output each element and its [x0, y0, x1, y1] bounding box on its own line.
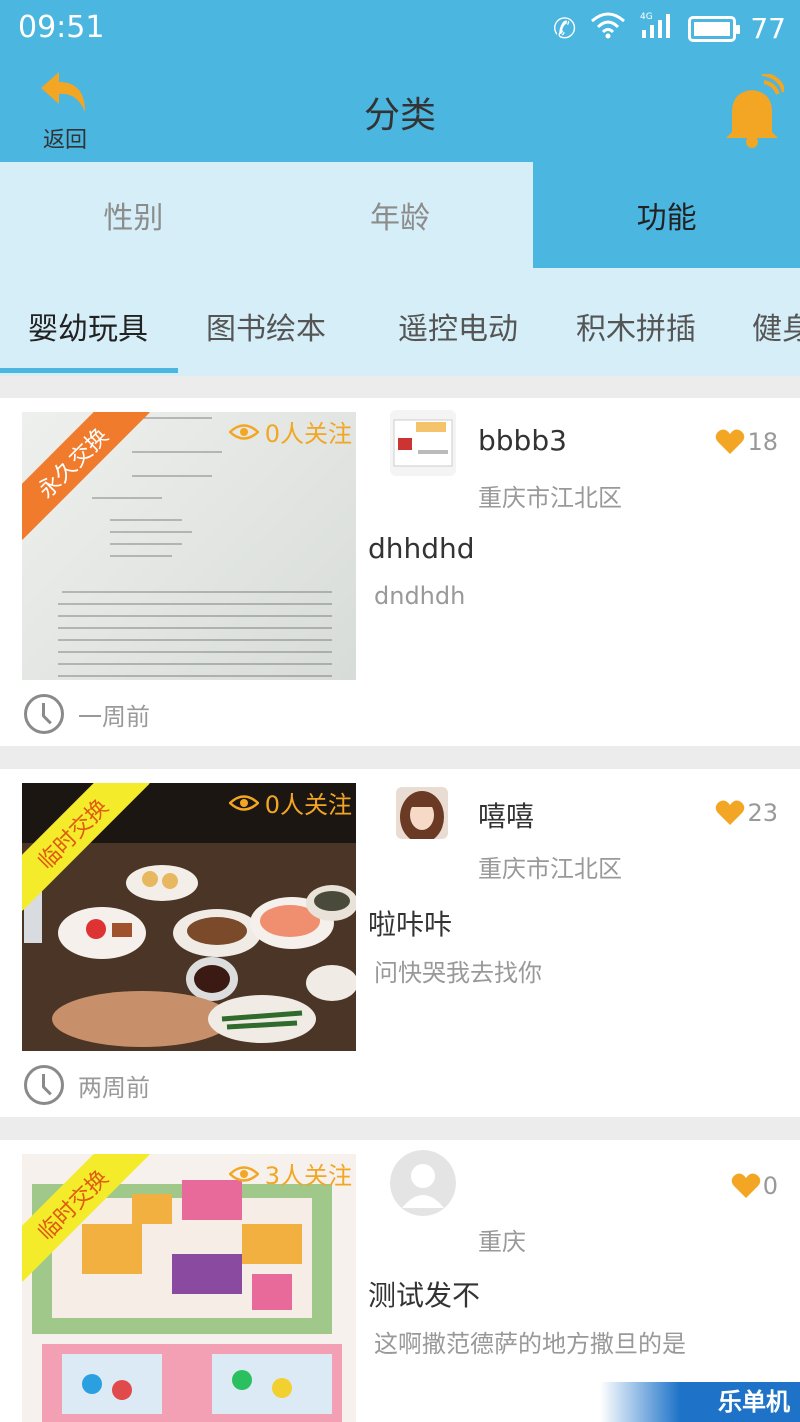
tab-gender[interactable]: 性别 — [0, 162, 267, 268]
item-thumbnail[interactable]: 临时交换 3人关注 — [22, 1154, 356, 1422]
notification-bell-icon[interactable] — [720, 72, 786, 150]
category-building-blocks[interactable]: 积木拼插 — [576, 304, 696, 348]
eye-icon — [228, 423, 259, 440]
location: 重庆 — [478, 1228, 526, 1256]
list-item[interactable]: 临时交换 3人关注 重庆 0 测试发不 这啊撒范德萨的地方撒旦的是 — [0, 1140, 800, 1422]
post-time-label: 两周前 — [78, 1073, 150, 1102]
clock-icon — [24, 1065, 64, 1105]
location: 重庆市江北区 — [478, 484, 622, 512]
segment-tabs: 性别 年龄 功能 — [0, 162, 800, 268]
signal-icon: 4G — [640, 10, 674, 47]
item-thumbnail[interactable]: 临时交换 0人关注 — [22, 783, 356, 1051]
category-remote-control[interactable]: 遥控电动 — [398, 304, 518, 348]
heart-icon — [731, 1173, 760, 1198]
category-picture-books[interactable]: 图书绘本 — [206, 304, 326, 348]
watchers-count: 0人关注 — [228, 414, 352, 449]
watchers-label: 3人关注 — [264, 1162, 352, 1190]
top-bar: 09:51 ✆ 4G 77 返回 分类 — [0, 0, 800, 162]
location: 重庆市江北区 — [478, 855, 622, 883]
item-description: dndhdh — [374, 582, 466, 610]
battery-level: 77 — [750, 12, 786, 45]
item-title: 测试发不 — [368, 1279, 481, 1312]
item-title: dhhdhd — [368, 532, 475, 565]
status-icons: ✆ 4G 77 — [553, 10, 786, 47]
watchers-label: 0人关注 — [264, 420, 352, 448]
post-time-label: 一周前 — [78, 702, 150, 731]
avatar[interactable] — [390, 1150, 456, 1216]
post-time: 一周前 — [24, 694, 150, 734]
post-time: 两周前 — [24, 1065, 150, 1105]
category-tabs: 婴幼玩具 图书绘本 遥控电动 积木拼插 健身 — [0, 268, 800, 376]
clock-icon — [24, 694, 64, 734]
likes-count: 23 — [747, 799, 778, 827]
page-title: 分类 — [363, 95, 436, 136]
heart-icon — [716, 429, 745, 454]
wifi-icon — [590, 11, 626, 46]
tab-age[interactable]: 年龄 — [266, 162, 534, 268]
svg-text:4G: 4G — [640, 12, 653, 22]
watchers-count: 3人关注 — [228, 1156, 352, 1191]
tab-function[interactable]: 功能 — [533, 162, 800, 268]
item-title: 啦咔咔 — [368, 908, 453, 941]
status-time: 09:51 — [18, 10, 105, 45]
likes[interactable]: 0 — [731, 1172, 778, 1200]
category-baby-toys[interactable]: 婴幼玩具 — [28, 304, 148, 348]
call-icon: ✆ — [552, 12, 577, 45]
likes-count: 0 — [762, 1172, 778, 1200]
avatar[interactable] — [396, 787, 448, 839]
username: bbbb3 — [478, 424, 567, 457]
status-bar: 09:51 ✆ 4G 77 — [0, 0, 800, 56]
watchers-count: 0人关注 — [228, 785, 352, 820]
eye-icon — [228, 794, 259, 811]
likes-count: 18 — [747, 428, 778, 456]
item-description: 这啊撒范德萨的地方撒旦的是 — [374, 1330, 686, 1358]
watchers-label: 0人关注 — [264, 791, 352, 819]
likes[interactable]: 18 — [715, 428, 778, 456]
likes[interactable]: 23 — [715, 799, 778, 827]
eye-icon — [228, 1165, 259, 1182]
avatar[interactable] — [390, 410, 456, 476]
item-description: 问快哭我去找你 — [374, 959, 542, 987]
category-active-indicator — [0, 368, 178, 373]
list-item[interactable]: 临时交换 0人关注 嘻嘻 重庆市江北区 23 啦咔咔 问快哭我去找你 两周前 — [0, 769, 800, 1117]
category-fitness[interactable]: 健身 — [752, 304, 800, 348]
list-item[interactable]: 永久交换 0人关注 bbbb3 重庆市江北区 18 dhhdhd dndhdh … — [0, 398, 800, 746]
heart-icon — [716, 800, 745, 825]
username: 嘻嘻 — [478, 800, 535, 833]
watermark-logo: 乐单机 — [600, 1382, 800, 1422]
battery-icon — [688, 15, 741, 42]
item-thumbnail[interactable]: 永久交换 0人关注 — [22, 412, 356, 680]
